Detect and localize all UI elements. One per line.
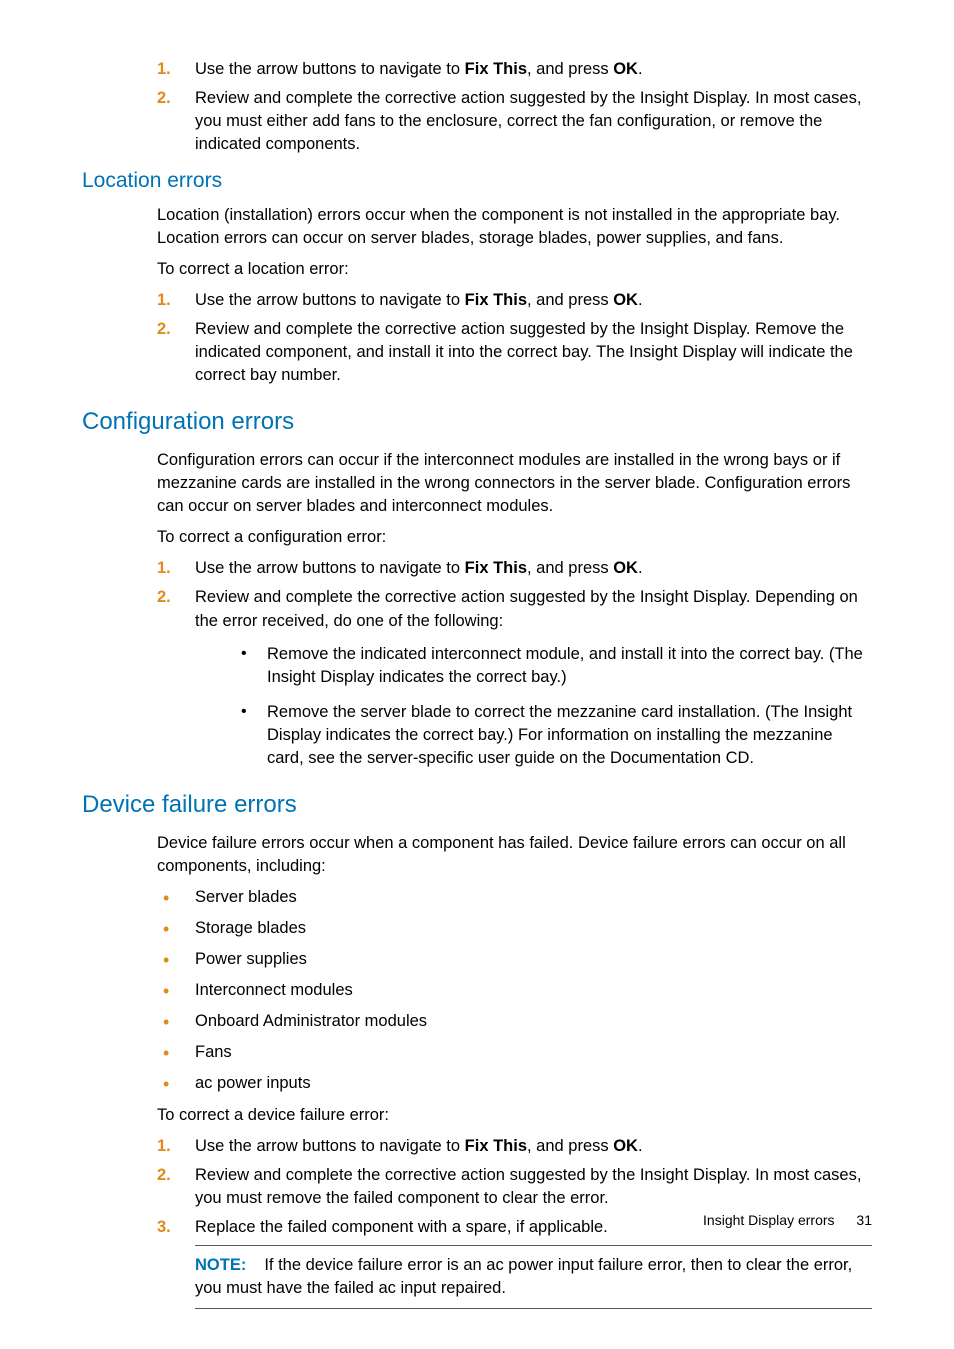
- step-number: 1.: [157, 289, 171, 312]
- step-number: 2.: [157, 87, 171, 110]
- step-text: Use the arrow buttons to navigate to Fix…: [195, 559, 643, 577]
- list-item: Interconnect modules: [157, 979, 872, 1002]
- list-item: 2. Review and complete the corrective ac…: [157, 318, 872, 387]
- heading-configuration-errors: Configuration errors: [82, 405, 872, 439]
- step-number: 1.: [157, 557, 171, 580]
- step-text: Use the arrow buttons to navigate to Fix…: [195, 291, 643, 309]
- sub-item: Remove the server blade to correct the m…: [233, 701, 872, 770]
- step-text: Use the arrow buttons to navigate to Fix…: [195, 1137, 643, 1155]
- list-item: Fans: [157, 1041, 872, 1064]
- step-number: 2.: [157, 318, 171, 341]
- step-number: 1.: [157, 58, 171, 81]
- paragraph: To correct a device failure error:: [157, 1104, 872, 1127]
- paragraph: To correct a location error:: [157, 258, 872, 281]
- list-item: Power supplies: [157, 948, 872, 971]
- footer-text: Insight Display errors: [703, 1212, 835, 1228]
- step-text: Review and complete the corrective actio…: [195, 89, 861, 153]
- paragraph: Configuration errors can occur if the in…: [157, 449, 872, 518]
- list-item: 2. Review and complete the corrective ac…: [157, 586, 872, 770]
- step-text: Review and complete the corrective actio…: [195, 588, 858, 629]
- page-footer: Insight Display errors 31: [703, 1211, 872, 1231]
- note-label: NOTE:: [195, 1256, 246, 1274]
- step-number: 2.: [157, 586, 171, 609]
- list-item: 1. Use the arrow buttons to navigate to …: [157, 58, 872, 81]
- list-item: 2. Review and complete the corrective ac…: [157, 1164, 872, 1210]
- note-box: NOTE:If the device failure error is an a…: [195, 1245, 872, 1309]
- intro-steps: 1. Use the arrow buttons to navigate to …: [157, 58, 872, 156]
- sub-list: Remove the indicated interconnect module…: [233, 643, 872, 770]
- list-item: ac power inputs: [157, 1072, 872, 1095]
- paragraph: To correct a configuration error:: [157, 526, 872, 549]
- configuration-steps: 1. Use the arrow buttons to navigate to …: [157, 557, 872, 770]
- list-item: Server blades: [157, 886, 872, 909]
- list-item: 1. Use the arrow buttons to navigate to …: [157, 557, 872, 580]
- location-steps: 1. Use the arrow buttons to navigate to …: [157, 289, 872, 387]
- list-item: 2. Review and complete the corrective ac…: [157, 87, 872, 156]
- step-text: Use the arrow buttons to navigate to Fix…: [195, 60, 643, 78]
- sub-item: Remove the indicated interconnect module…: [233, 643, 872, 689]
- heading-location-errors: Location errors: [82, 166, 872, 195]
- list-item: 1. Use the arrow buttons to navigate to …: [157, 289, 872, 312]
- step-text: Review and complete the corrective actio…: [195, 320, 853, 384]
- page-number: 31: [856, 1212, 872, 1228]
- paragraph: Location (installation) errors occur whe…: [157, 204, 872, 250]
- step-number: 2.: [157, 1164, 171, 1187]
- paragraph: Device failure errors occur when a compo…: [157, 832, 872, 878]
- heading-device-failure-errors: Device failure errors: [82, 788, 872, 822]
- component-list: Server blades Storage blades Power suppl…: [157, 886, 872, 1096]
- list-item: Onboard Administrator modules: [157, 1010, 872, 1033]
- step-text: Replace the failed component with a spar…: [195, 1218, 608, 1236]
- step-text: Review and complete the corrective actio…: [195, 1166, 861, 1207]
- step-number: 3.: [157, 1216, 171, 1239]
- list-item: Storage blades: [157, 917, 872, 940]
- step-number: 1.: [157, 1135, 171, 1158]
- list-item: 1. Use the arrow buttons to navigate to …: [157, 1135, 872, 1158]
- note-text: If the device failure error is an ac pow…: [195, 1256, 852, 1297]
